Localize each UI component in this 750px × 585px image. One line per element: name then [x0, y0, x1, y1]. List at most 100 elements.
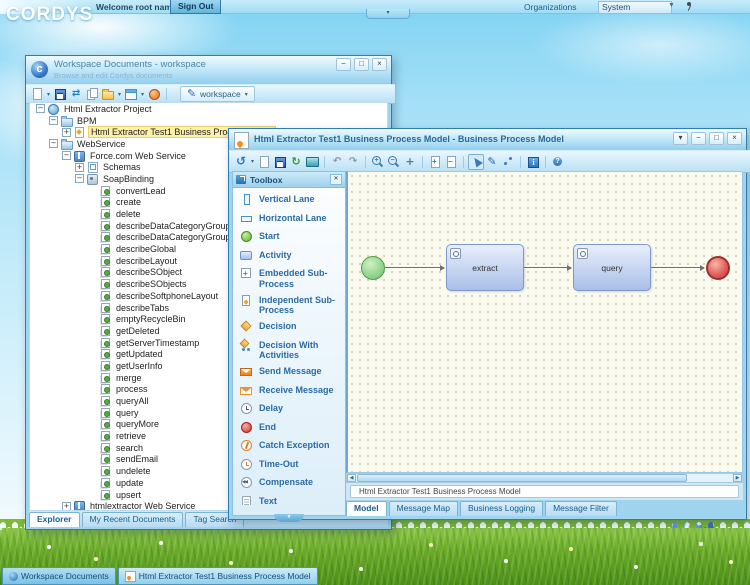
- refresh-icon[interactable]: [289, 155, 303, 169]
- toolbox-item-text[interactable]: Text: [240, 496, 343, 506]
- taskbar-item[interactable]: Html Extractor Test1 Business Process Mo…: [118, 567, 318, 585]
- dropdown-caret[interactable]: ▾: [251, 158, 254, 165]
- connection-points-icon[interactable]: [501, 155, 515, 169]
- tree-item-label[interactable]: queryMore: [114, 419, 161, 429]
- menu-pulltab[interactable]: ▾: [366, 9, 410, 19]
- toolbox-item-compensate[interactable]: Compensate: [240, 477, 343, 490]
- toolbox-close-icon[interactable]: ✕: [330, 174, 342, 185]
- scroll-left-arrow[interactable]: ◀: [347, 474, 356, 482]
- process-canvas[interactable]: extract query: [346, 171, 743, 473]
- tree-item-label[interactable]: Html Extractor Project: [62, 104, 154, 114]
- tree-item-label[interactable]: getServerTimestamp: [114, 338, 201, 348]
- tab-my-recent-documents[interactable]: My Recent Documents: [82, 512, 184, 527]
- tree-item-label[interactable]: htmlextractor Web Service: [88, 501, 197, 511]
- taskbar-item[interactable]: Workspace Documents: [2, 567, 116, 585]
- tree-item-label[interactable]: getDeleted: [114, 326, 162, 336]
- tree-item-label[interactable]: undelete: [114, 466, 153, 476]
- tree-item-label[interactable]: describeTabs: [114, 303, 171, 313]
- toolbox-item-horizontal-lane[interactable]: Horizontal Lane: [240, 213, 343, 226]
- toolbox-item-vertical-lane[interactable]: Vertical Lane: [240, 194, 343, 207]
- save-icon[interactable]: [53, 87, 67, 101]
- tree-item-label[interactable]: sendEmail: [114, 454, 160, 464]
- close-button[interactable]: ×: [372, 58, 387, 71]
- tree-item-label[interactable]: describeSoftphoneLayout: [114, 291, 220, 301]
- tree-item-label[interactable]: delete: [114, 209, 143, 219]
- tree-toggle-icon[interactable]: −: [75, 174, 84, 183]
- maximize-button[interactable]: □: [709, 132, 724, 145]
- window-menu-button[interactable]: ▾: [673, 132, 688, 145]
- canvas-horizontal-scrollbar[interactable]: ◀ ▶: [346, 473, 743, 483]
- delete-icon[interactable]: [147, 87, 161, 101]
- tree-item-label[interactable]: create: [114, 197, 143, 207]
- tree-toggle-icon[interactable]: −: [36, 104, 45, 113]
- zoom-page-in-icon[interactable]: [428, 155, 442, 169]
- maximize-button[interactable]: □: [354, 58, 369, 71]
- workspace-titlebar[interactable]: c Workspace Documents - workspace Browse…: [26, 56, 391, 84]
- back-icon[interactable]: [234, 155, 248, 169]
- toolbox-scroll-down[interactable]: ▼: [233, 505, 345, 515]
- toolbox-item-decision[interactable]: Decision: [240, 321, 343, 334]
- toolbox-item-activity[interactable]: Activity: [240, 250, 343, 263]
- tree-item-label[interactable]: BPM: [75, 116, 99, 126]
- toolbox-item-independent-subprocess[interactable]: Independent Sub-Process: [240, 295, 343, 316]
- save-icon[interactable]: [273, 155, 287, 169]
- tree-toggle-icon[interactable]: −: [62, 151, 71, 160]
- tab-message-filter[interactable]: Message Filter: [545, 501, 617, 516]
- toolbox-header[interactable]: Toolbox ✕: [233, 172, 345, 188]
- toolbox-item-decision-with-activities[interactable]: Decision With Activities: [240, 340, 343, 361]
- undo-icon[interactable]: [330, 155, 344, 169]
- scrollbar-thumb[interactable]: [357, 474, 687, 482]
- sequence-flow[interactable]: [651, 267, 704, 268]
- zoom-out-icon[interactable]: [387, 155, 401, 169]
- activity-node-query[interactable]: query: [573, 244, 651, 291]
- tree-item[interactable]: −BPM: [30, 115, 387, 127]
- toolbox-item-catch-exception[interactable]: Catch Exception: [240, 440, 343, 453]
- redo-icon[interactable]: [346, 155, 360, 169]
- activity-node-extract[interactable]: extract: [446, 244, 524, 291]
- tree-item-label[interactable]: getUserInfo: [114, 361, 165, 371]
- toolbox-item-embedded-subprocess[interactable]: Embedded Sub-Process: [240, 268, 343, 289]
- tree-item-label[interactable]: describeDataCategoryGroups: [114, 221, 237, 231]
- tree-item-label[interactable]: WebService: [75, 139, 127, 149]
- tree-item-label[interactable]: upsert: [114, 490, 143, 500]
- tree-toggle-icon[interactable]: +: [62, 502, 71, 511]
- select-icon[interactable]: [468, 154, 484, 170]
- dropdown-caret[interactable]: ▾: [141, 91, 144, 98]
- synchronize-icon[interactable]: [69, 87, 83, 101]
- tree-item-label[interactable]: queryAll: [114, 396, 151, 406]
- close-button[interactable]: ×: [727, 132, 742, 145]
- tree-item-label[interactable]: getUpdated: [114, 349, 165, 359]
- tree-item-label[interactable]: describeLayout: [114, 256, 179, 266]
- pin-icon[interactable]: [684, 1, 694, 12]
- tree-toggle-icon[interactable]: +: [62, 128, 71, 137]
- workspace-button[interactable]: workspace ▾: [180, 86, 255, 102]
- toolbox-item-start[interactable]: Start: [240, 231, 343, 244]
- bpm-titlebar[interactable]: Html Extractor Test1 Business Process Mo…: [229, 129, 746, 150]
- dropdown-caret[interactable]: ▾: [118, 91, 121, 98]
- tree-item-label[interactable]: process: [114, 384, 150, 394]
- tree-item-label[interactable]: Schemas: [101, 162, 143, 172]
- window-icon[interactable]: [124, 87, 138, 101]
- tree-item-label[interactable]: update: [114, 478, 146, 488]
- minimize-button[interactable]: −: [336, 58, 351, 71]
- new-document-icon[interactable]: [257, 155, 271, 169]
- tab-message-map[interactable]: Message Map: [389, 501, 458, 516]
- organization-select-caret[interactable]: ▼: [668, 2, 675, 9]
- tree-item-label[interactable]: emptyRecycleBin: [114, 314, 188, 324]
- minimize-button[interactable]: −: [691, 132, 706, 145]
- sign-out-button[interactable]: Sign Out: [170, 0, 221, 14]
- sequence-flow[interactable]: [385, 267, 444, 268]
- tree-item-label[interactable]: Force.com Web Service: [88, 151, 188, 161]
- new-document-icon[interactable]: [30, 87, 44, 101]
- connector-icon[interactable]: [485, 155, 499, 169]
- tree-item-label[interactable]: merge: [114, 373, 144, 383]
- tree-item-label[interactable]: query: [114, 408, 141, 418]
- toolbox-item-delay[interactable]: Delay: [240, 403, 343, 416]
- tree-item-label[interactable]: SoapBinding: [101, 174, 156, 184]
- tree-item-label[interactable]: retrieve: [114, 431, 148, 441]
- tree-item-label[interactable]: convertLead: [114, 186, 168, 196]
- sequence-flow[interactable]: [524, 267, 571, 268]
- tree-item[interactable]: − Html Extractor Project: [30, 103, 387, 115]
- end-event-node[interactable]: [706, 256, 730, 280]
- help-icon[interactable]: [551, 155, 565, 169]
